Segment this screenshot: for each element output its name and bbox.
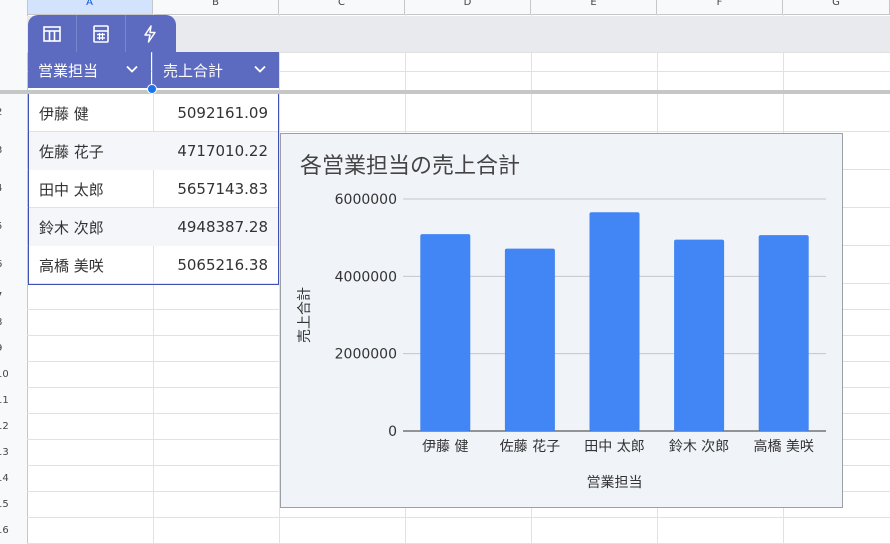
row-number[interactable]: 13	[0, 440, 27, 466]
cell-name[interactable]: 鈴木 次郎	[29, 217, 159, 238]
lightning-icon	[144, 24, 156, 43]
column-header-cell[interactable]: B	[153, 0, 279, 14]
bar	[504, 248, 555, 431]
row-number[interactable]: 4	[0, 170, 27, 208]
bar	[758, 235, 809, 431]
y-tick-label: 2000000	[335, 347, 397, 363]
x-tick-label: 佐藤 花子	[500, 439, 560, 455]
row-number[interactable]: 16	[0, 518, 27, 544]
chart-canvas: 0 2000000 4000000 6000000 伊藤 健 佐藤 花子 田中 太郎 鈴木 次…	[297, 192, 826, 491]
y-axis-label: 売上合計	[297, 287, 313, 343]
row-number[interactable]: 2	[0, 94, 27, 132]
row-number[interactable]: 15	[0, 492, 27, 518]
row-number[interactable]: 3	[0, 132, 27, 170]
selection-handle[interactable]	[147, 84, 157, 94]
x-tick-label: 鈴木 次郎	[669, 439, 729, 455]
cell-value[interactable]: 5092161.09	[159, 104, 278, 122]
table-icon	[43, 25, 61, 42]
column-header-sales-rep[interactable]: 営業担当	[28, 52, 151, 88]
column-header-cell[interactable]: F	[657, 0, 783, 14]
row-number[interactable]: 5	[0, 208, 27, 246]
cell-name[interactable]: 伊藤 健	[29, 103, 159, 124]
table-toolbar	[28, 15, 176, 52]
x-axis-label: 営業担当	[587, 475, 643, 491]
column-header-cell[interactable]: D	[405, 0, 531, 14]
chevron-down-icon[interactable]	[125, 62, 139, 76]
cell-value[interactable]: 5065216.38	[159, 256, 278, 274]
x-tick-label: 伊藤 健	[422, 439, 468, 455]
column-header-cell[interactable]: E	[531, 0, 657, 14]
lightning-icon-button[interactable]	[126, 15, 174, 52]
row-number[interactable]: 6	[0, 246, 27, 284]
table-row[interactable]: 高橋 美咲 5065216.38	[29, 246, 278, 284]
cell-value[interactable]: 4948387.28	[159, 218, 278, 236]
cell-name[interactable]: 高橋 美咲	[29, 255, 159, 276]
calculator-icon-button[interactable]	[77, 15, 126, 52]
bar-chart[interactable]: 各営業担当の売上合計 0 2000000 4000000 6000000 伊藤 健佐藤 …	[280, 133, 843, 508]
bar	[420, 234, 471, 431]
row-number[interactable]: 11	[0, 388, 27, 414]
bar	[674, 239, 725, 431]
cell-value[interactable]: 5657143.83	[159, 180, 278, 198]
table-row[interactable]: 佐藤 花子 4717010.22	[29, 132, 278, 170]
grid-row-line	[27, 517, 890, 518]
cell-name[interactable]: 佐藤 花子	[29, 141, 159, 162]
row-number[interactable]: 10	[0, 362, 27, 388]
chevron-down-icon[interactable]	[253, 62, 267, 76]
header-label: 売上合計	[163, 61, 224, 80]
column-header-sales-total[interactable]: 売上合計	[152, 52, 279, 88]
calculator-icon	[93, 24, 109, 43]
row-number[interactable]: 14	[0, 466, 27, 492]
row-number[interactable]: 7	[0, 284, 27, 310]
row-number[interactable]: 12	[0, 414, 27, 440]
cell-name[interactable]: 田中 太郎	[29, 179, 159, 200]
column-header-cell[interactable]: G	[783, 0, 890, 14]
x-tick-label: 高橋 美咲	[753, 438, 813, 455]
data-table: 伊藤 健 5092161.09 佐藤 花子 4717010.22 田中 太郎 5657…	[28, 94, 279, 285]
y-tick-label: 0	[388, 424, 397, 440]
header-label: 営業担当	[38, 61, 99, 80]
column-header-cell[interactable]: C	[279, 0, 405, 14]
row-number[interactable]: 9	[0, 336, 27, 362]
y-tick-label: 4000000	[335, 269, 397, 285]
table-row[interactable]: 田中 太郎 5657143.83	[29, 170, 278, 208]
table-row[interactable]: 伊藤 健 5092161.09	[29, 94, 278, 132]
x-tick-label: 田中 太郎	[584, 439, 644, 455]
table-row[interactable]: 鈴木 次郎 4948387.28	[29, 208, 278, 246]
row-number[interactable]: 8	[0, 310, 27, 336]
cell-value[interactable]: 4717010.22	[159, 142, 278, 160]
bar	[589, 212, 640, 431]
table-icon-button[interactable]	[28, 15, 77, 52]
column-header-cell[interactable]: A	[27, 0, 153, 14]
y-tick-label: 6000000	[335, 192, 397, 208]
